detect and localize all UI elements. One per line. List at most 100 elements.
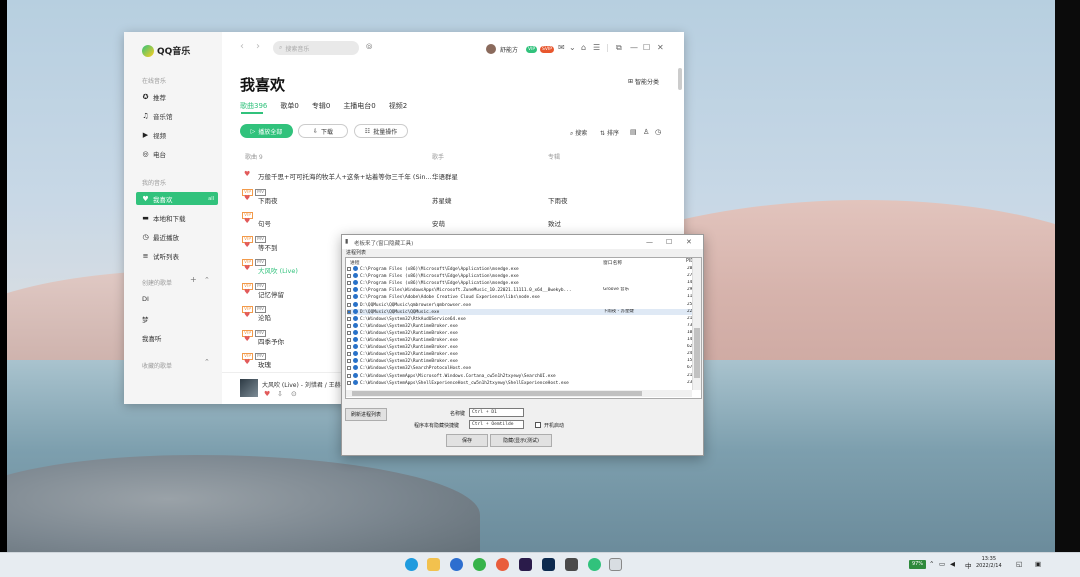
process-checkbox[interactable] bbox=[347, 309, 351, 314]
add-playlist-icon[interactable]: + bbox=[190, 275, 197, 284]
process-row[interactable]: C:\Program Files\Adobe\Adobe Creative Cl… bbox=[347, 294, 695, 300]
chevron-up-icon[interactable]: ⌃ bbox=[929, 560, 934, 568]
comment-icon[interactable]: ⊙ bbox=[291, 390, 297, 398]
sidebar-item-recommend[interactable]: ✪ 推荐 bbox=[140, 90, 214, 103]
process-checkbox[interactable] bbox=[347, 295, 351, 300]
tab-playlists[interactable]: 歌单0 bbox=[280, 101, 298, 111]
ime-indicator[interactable]: 中 bbox=[965, 560, 972, 570]
process-row[interactable]: C:\Windows\System32\RuntimeBroker.exe 14 bbox=[347, 337, 695, 343]
heart-icon[interactable]: ♥ bbox=[244, 264, 250, 272]
horizontal-scrollbar[interactable] bbox=[346, 390, 692, 397]
tab-videos[interactable]: 视频2 bbox=[389, 101, 407, 111]
column-process[interactable]: 进程 bbox=[350, 259, 360, 266]
minimize-icon[interactable]: — bbox=[646, 238, 653, 246]
process-row[interactable]: D:\QQMusic\QQMusic\qmbrowser\qmbrowser.e… bbox=[347, 301, 695, 308]
process-checkbox[interactable] bbox=[347, 352, 351, 357]
playlist-item[interactable]: DI bbox=[142, 295, 149, 303]
song-singer[interactable]: 安萌 bbox=[432, 218, 445, 228]
vertical-scrollbar[interactable] bbox=[692, 258, 701, 390]
song-row[interactable]: ♥ 句号 VIP 安萌 致过 bbox=[240, 211, 672, 233]
process-row[interactable]: C:\Windows\System32\RuntimeBroker.exe 73 bbox=[347, 322, 695, 329]
close-icon[interactable]: ✕ bbox=[657, 43, 664, 52]
process-row[interactable]: C:\Windows\SystemApps\ShellExperienceHos… bbox=[347, 379, 695, 386]
song-album[interactable]: 致过 bbox=[548, 218, 561, 228]
sidebar-item-recent[interactable]: ◷ 最近播放 bbox=[140, 230, 214, 243]
tool-icon[interactable] bbox=[565, 558, 578, 571]
heart-icon[interactable]: ♥ bbox=[264, 390, 270, 398]
clock[interactable]: 13:35 2022/2/14 bbox=[976, 556, 1002, 570]
heart-icon[interactable]: ♥ bbox=[244, 358, 250, 366]
save-button[interactable]: 保存 bbox=[446, 434, 488, 447]
process-checkbox[interactable] bbox=[347, 274, 351, 279]
album-cover[interactable] bbox=[240, 379, 258, 397]
process-row[interactable]: C:\Program Files (x86)\Microsoft\Edge\Ap… bbox=[347, 273, 695, 279]
process-checkbox[interactable] bbox=[347, 302, 351, 307]
vip-badge[interactable]: VIP bbox=[526, 46, 538, 53]
history-icon[interactable]: ◷ bbox=[655, 128, 661, 136]
batch-button[interactable]: ☷ 批量操作 bbox=[354, 124, 408, 138]
qq-music-icon[interactable] bbox=[588, 558, 601, 571]
menu-icon[interactable]: ☰ bbox=[593, 43, 600, 52]
avatar[interactable] bbox=[486, 44, 496, 54]
song-album[interactable]: 下雨夜 bbox=[548, 195, 568, 205]
song-singer[interactable]: 苏星婕 bbox=[432, 195, 452, 205]
process-row[interactable]: C:\Windows\System32\RuntimeBroker.exe 15 bbox=[347, 358, 695, 364]
process-checkbox[interactable] bbox=[347, 267, 351, 271]
app-logo[interactable]: QQ音乐 bbox=[142, 44, 190, 57]
process-row[interactable]: D:\QQMusic\QQMusic\QQMusic.exe 下雨夜 - 苏星婕 2… bbox=[347, 308, 695, 315]
skin-icon[interactable]: ⌂ bbox=[581, 43, 586, 52]
volume-icon[interactable]: ◀ bbox=[950, 560, 955, 568]
process-checkbox[interactable] bbox=[347, 345, 351, 350]
voice-search-icon[interactable]: ⦾ bbox=[366, 42, 372, 52]
heart-icon[interactable]: ♥ bbox=[244, 194, 250, 202]
tab-radio[interactable]: 主播电台0 bbox=[343, 101, 375, 111]
playlist-item[interactable]: 我喜听 bbox=[142, 333, 162, 343]
chat-icon[interactable]: ◱ bbox=[1016, 560, 1022, 568]
file-explorer-icon[interactable] bbox=[427, 558, 440, 571]
song-row[interactable]: ♥ 万般千思+可可托海的牧羊人+这条+站着等你三千年 (Sin... 华语群星 bbox=[240, 164, 672, 186]
minimize-icon[interactable]: — bbox=[630, 43, 638, 52]
tab-songs[interactable]: 歌曲396 bbox=[240, 101, 267, 111]
maximize-icon[interactable]: ☐ bbox=[643, 43, 650, 52]
hide-test-button[interactable]: 隐藏(显示(测试) bbox=[490, 434, 552, 447]
heart-icon[interactable]: ♥ bbox=[244, 217, 250, 225]
autostart-checkbox[interactable] bbox=[535, 422, 541, 428]
active-window-icon[interactable] bbox=[609, 558, 622, 571]
notification-icon[interactable]: ▣ bbox=[1035, 560, 1041, 568]
forward-arrow-icon[interactable]: › bbox=[256, 41, 260, 52]
scrollbar[interactable] bbox=[678, 68, 682, 90]
process-checkbox[interactable] bbox=[347, 330, 351, 335]
scrollbar-thumb[interactable] bbox=[352, 391, 642, 396]
process-checkbox[interactable] bbox=[347, 380, 351, 385]
process-row[interactable]: C:\Windows\System32\RuntimeBroker.exe 10 bbox=[347, 329, 695, 336]
hide-hotkey-input[interactable]: Ctrl + Oemtilde bbox=[469, 420, 524, 429]
mail-icon[interactable]: ✉ bbox=[558, 43, 565, 52]
process-row[interactable]: C:\Windows\SystemApps\Microsoft.Windows.… bbox=[347, 372, 695, 379]
back-arrow-icon[interactable]: ‹ bbox=[240, 41, 244, 52]
process-checkbox[interactable] bbox=[347, 281, 351, 286]
sort-button[interactable]: ⇅ 排序 bbox=[600, 128, 619, 137]
refresh-process-button[interactable]: 刷新进程列表 bbox=[345, 408, 387, 421]
process-list[interactable]: 进程 窗口名称 PID C:\Program Files (x86)\Micro… bbox=[345, 257, 702, 399]
list-view-icon[interactable]: ▤ bbox=[630, 128, 637, 136]
song-search-button[interactable]: ⌕ 搜索 bbox=[570, 128, 587, 138]
svip-badge[interactable]: SVIP bbox=[540, 46, 554, 53]
process-row[interactable]: C:\Program Files\WindowsApps\Microsoft.Z… bbox=[347, 287, 695, 293]
song-row[interactable]: ♥ 下雨夜 VIP MV 苏星婕 下雨夜 bbox=[240, 188, 672, 210]
process-checkbox[interactable] bbox=[347, 338, 351, 342]
process-checkbox[interactable] bbox=[347, 316, 351, 321]
premiere-icon[interactable] bbox=[519, 558, 532, 571]
qq-icon[interactable] bbox=[450, 558, 463, 571]
mini-mode-icon[interactable]: ⧉ bbox=[616, 43, 622, 53]
download-button[interactable]: ⇩ 下载 bbox=[298, 124, 348, 138]
battery-indicator[interactable]: 97% bbox=[909, 560, 926, 569]
process-row[interactable]: C:\Windows\System32\SearchProtocolHost.e… bbox=[347, 365, 695, 371]
scrollbar-thumb[interactable] bbox=[694, 328, 700, 378]
process-checkbox[interactable] bbox=[347, 366, 351, 371]
playlist-item[interactable]: 梦 bbox=[142, 314, 149, 324]
sidebar-item-favorites[interactable]: ♥ 我喜欢 all bbox=[136, 192, 218, 205]
now-playing-title[interactable]: 大风吹 (Live) - 刘惜君 / 王赫 bbox=[262, 380, 341, 389]
download-icon[interactable]: ⇩ bbox=[277, 390, 283, 398]
chevron-up-icon[interactable]: ⌃ bbox=[204, 358, 210, 366]
heart-icon[interactable]: ♥ bbox=[244, 288, 250, 296]
